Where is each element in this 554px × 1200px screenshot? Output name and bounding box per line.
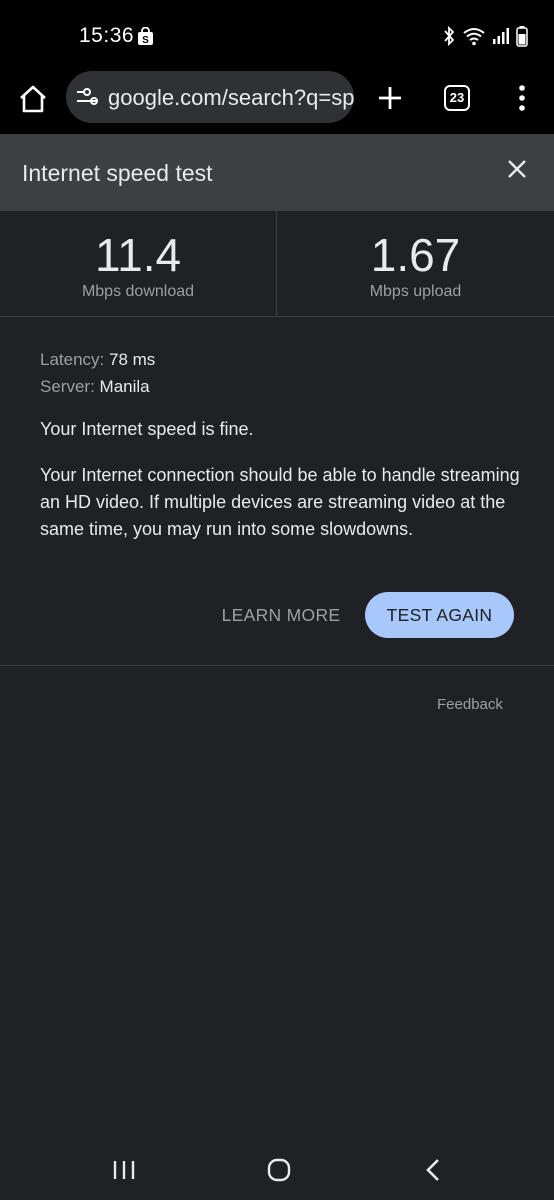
upload-metric: 1.67 Mbps upload (277, 211, 554, 316)
back-icon[interactable] (424, 1157, 442, 1183)
shopping-bag-icon: S (138, 27, 153, 46)
tab-switcher-button[interactable]: 23 (444, 85, 470, 111)
battery-icon (516, 26, 528, 47)
more-vert-icon[interactable] (512, 84, 532, 112)
learn-more-button[interactable]: LEARN MORE (214, 592, 348, 638)
recents-icon[interactable] (112, 1159, 136, 1181)
divider (0, 665, 554, 666)
test-details: Latency: 78 ms Server: Manila (40, 346, 520, 400)
upload-label: Mbps upload (369, 283, 462, 300)
server-label: Server: (40, 377, 95, 396)
page-title: Internet speed test (22, 160, 213, 186)
download-value: 11.4 (94, 229, 182, 281)
latency-line: Latency: 78 ms (40, 346, 520, 373)
bluetooth-icon (444, 25, 455, 47)
svg-text:S: S (142, 35, 149, 46)
status-time: 15:36 (79, 24, 135, 47)
signal-icon (493, 28, 509, 44)
status-bar: 15:36 S (0, 0, 554, 70)
home-icon[interactable] (16, 82, 50, 116)
system-nav-bar (0, 1140, 554, 1200)
latency-value: 78 ms (109, 350, 156, 369)
test-again-button[interactable]: TEST AGAIN (365, 592, 514, 638)
speed-test-header: Internet speed test (0, 134, 554, 211)
speed-explanation: Your Internet connection should be able … (40, 465, 520, 539)
download-label: Mbps download (81, 283, 195, 300)
speed-metrics: 11.4 Mbps download 1.67 Mbps upload (0, 211, 554, 317)
wifi-icon (463, 28, 485, 46)
address-bar[interactable]: google.com/search?q=sp (66, 71, 354, 123)
latency-label: Latency: (40, 350, 105, 369)
plus-icon[interactable] (376, 84, 404, 112)
tune-icon[interactable] (76, 87, 98, 107)
browser-toolbar: google.com/search?q=sp 23 (0, 70, 554, 134)
upload-value: 1.67 (370, 229, 461, 281)
speed-summary: Your Internet speed is fine. (40, 419, 254, 439)
download-metric: 11.4 Mbps download (0, 211, 277, 316)
nav-home-icon[interactable] (266, 1157, 292, 1183)
server-line: Server: Manila (40, 373, 520, 400)
close-icon[interactable] (502, 154, 532, 184)
status-icons (442, 24, 528, 48)
server-value: Manila (99, 377, 150, 396)
feedback-link[interactable]: Feedback (437, 696, 503, 713)
url-text[interactable]: google.com/search?q=sp (108, 85, 354, 111)
